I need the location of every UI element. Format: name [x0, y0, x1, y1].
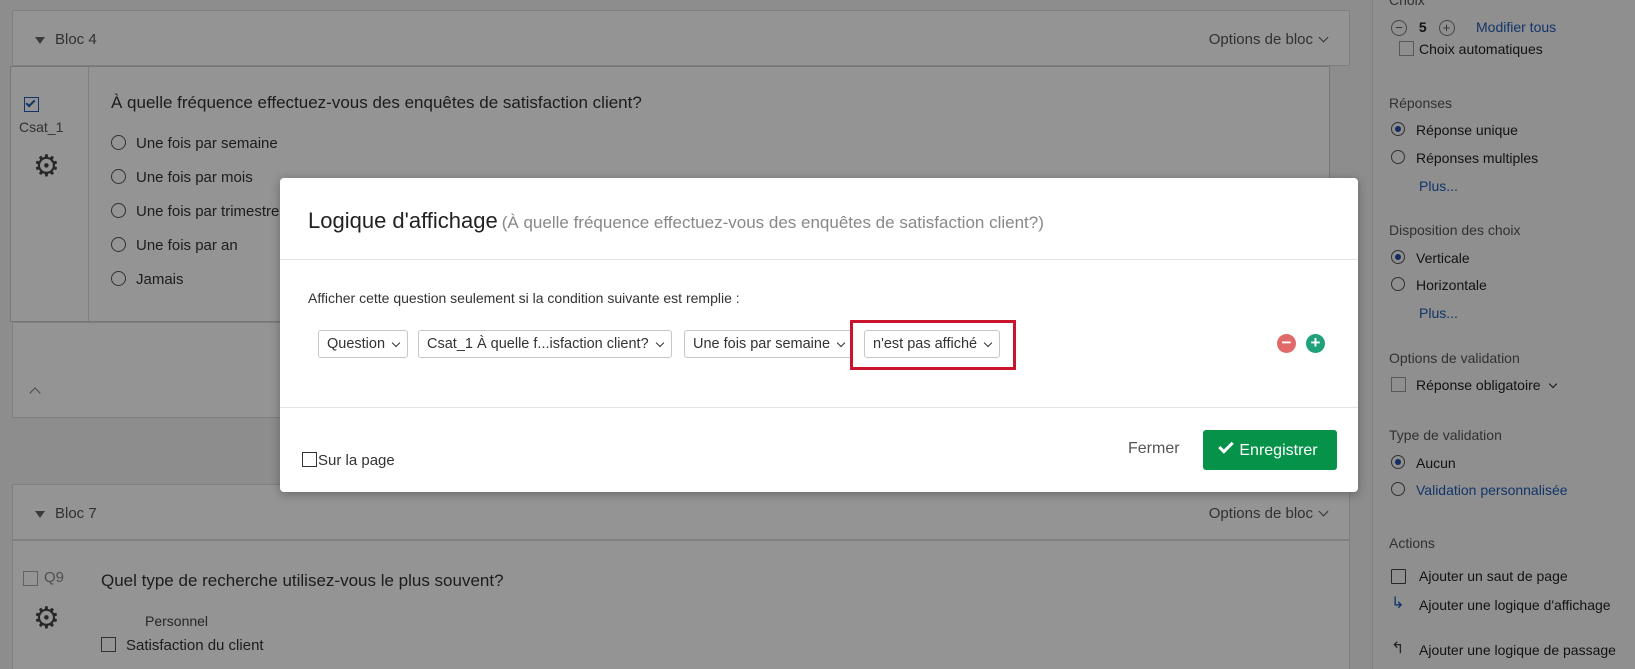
condition-operator-select[interactable]: n'est pas affiché — [864, 330, 1001, 358]
checkbox-icon[interactable] — [302, 451, 317, 467]
save-button[interactable]: Enregistrer — [1203, 430, 1337, 470]
remove-condition-icon[interactable]: − — [1277, 334, 1296, 353]
modal-title: Logique d'affichage — [308, 208, 498, 233]
check-icon — [1218, 437, 1235, 454]
on-page-checkbox[interactable]: Sur la page — [302, 451, 395, 469]
display-logic-modal: Logique d'affichage (À quelle fréquence e… — [280, 178, 1358, 492]
chevron-down-icon — [836, 338, 846, 348]
chevron-down-icon — [655, 338, 664, 348]
chevron-down-icon — [391, 338, 401, 348]
modal-footer: Sur la page Fermer Enregistrer — [280, 408, 1358, 492]
condition-label: Afficher cette question seulement si la … — [308, 290, 740, 306]
modal-header: Logique d'affichage (À quelle fréquence e… — [280, 178, 1358, 260]
condition-question-select[interactable]: Csat_1 À quelle f...isfaction client? — [418, 330, 672, 358]
modal-subtitle: (À quelle fréquence effectuez-vous des e… — [501, 213, 1044, 232]
close-button[interactable]: Fermer — [1128, 440, 1180, 458]
condition-choice-select[interactable]: Une fois par semaine — [684, 330, 854, 358]
condition-type-select[interactable]: Question — [318, 330, 409, 358]
chevron-down-icon — [983, 338, 993, 348]
add-condition-icon[interactable]: + — [1306, 334, 1325, 353]
modal-body: Afficher cette question seulement si la … — [280, 260, 1358, 408]
